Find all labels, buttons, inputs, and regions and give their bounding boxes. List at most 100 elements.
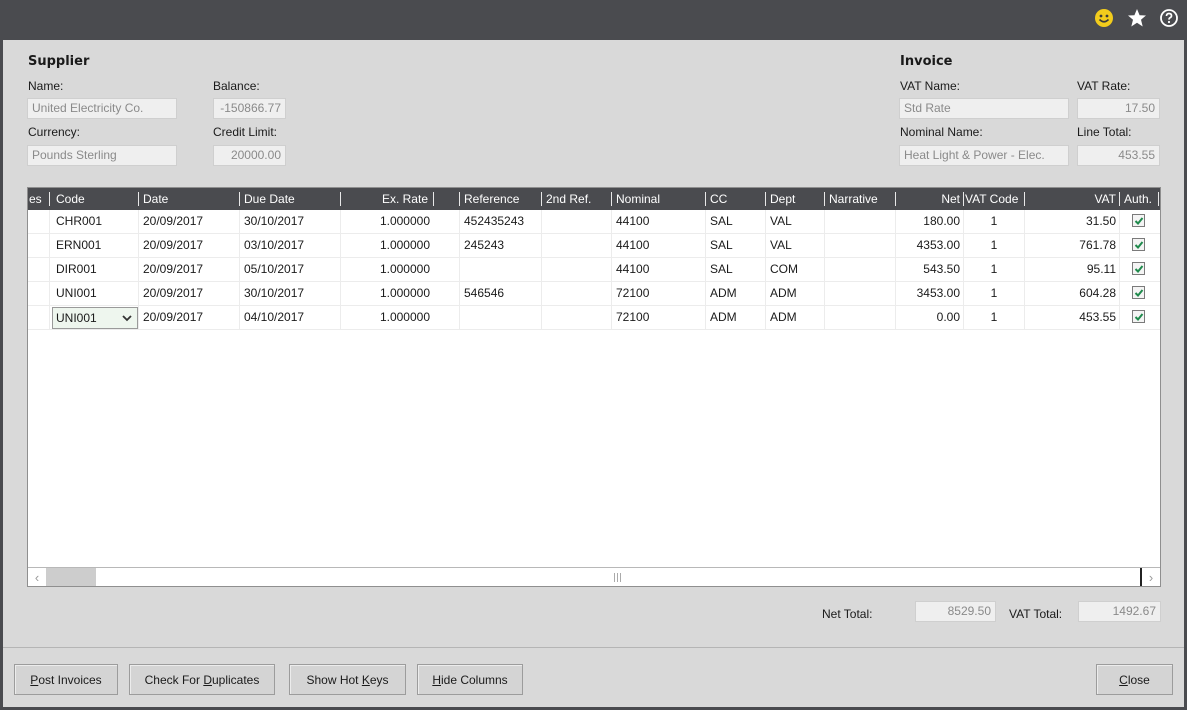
- cell-dept[interactable]: VAL: [770, 234, 792, 258]
- cell-date[interactable]: 20/09/2017: [143, 210, 203, 234]
- check-duplicates-button[interactable]: Check For Duplicates: [129, 664, 275, 695]
- cell-vat[interactable]: 604.28: [1028, 282, 1116, 306]
- column-header-notes[interactable]: es: [29, 188, 42, 210]
- cell-vat-code[interactable]: 1: [964, 258, 1024, 282]
- column-header-cc[interactable]: CC: [710, 188, 727, 210]
- cell-net[interactable]: 543.50: [896, 258, 960, 282]
- cell-nominal[interactable]: 44100: [616, 234, 649, 258]
- table-row-editing[interactable]: UNI001 20/09/2017 04/10/2017 1.000000 72…: [28, 306, 1160, 330]
- cell-cc[interactable]: ADM: [710, 282, 737, 306]
- column-header-reference[interactable]: Reference: [464, 188, 519, 210]
- cell-cc[interactable]: SAL: [710, 258, 733, 282]
- horizontal-scrollbar[interactable]: ‹ ›: [28, 567, 1160, 586]
- column-header-vat[interactable]: VAT: [1028, 188, 1116, 210]
- cell-ex-rate[interactable]: 1.000000: [344, 210, 430, 234]
- column-header-auth[interactable]: Auth.: [1124, 188, 1152, 210]
- cell-date[interactable]: 20/09/2017: [143, 306, 203, 330]
- cell-code[interactable]: ERN001: [56, 234, 101, 258]
- close-button[interactable]: Close: [1096, 664, 1173, 695]
- hide-columns-button[interactable]: Hide Columns: [417, 664, 523, 695]
- cell-vat[interactable]: 761.78: [1028, 234, 1116, 258]
- column-header-vat-code[interactable]: VAT Code: [965, 188, 1018, 210]
- footer-divider: [3, 647, 1184, 648]
- cell-ex-rate[interactable]: 1.000000: [344, 306, 430, 330]
- smiley-feedback-icon[interactable]: [1093, 7, 1115, 29]
- cell-net[interactable]: 4353.00: [896, 234, 960, 258]
- cell-cc[interactable]: SAL: [710, 210, 733, 234]
- cell-cc[interactable]: ADM: [710, 306, 737, 330]
- column-header-narrative[interactable]: Narrative: [829, 188, 878, 210]
- cell-nominal[interactable]: 44100: [616, 258, 649, 282]
- cell-nominal[interactable]: 44100: [616, 210, 649, 234]
- invoice-grid: es Code Date Due Date Ex. Rate Reference…: [27, 187, 1161, 587]
- cell-dept[interactable]: ADM: [770, 282, 797, 306]
- column-header-nominal[interactable]: Nominal: [616, 188, 660, 210]
- cell-reference[interactable]: 245243: [464, 234, 504, 258]
- column-header-net[interactable]: Net: [898, 188, 960, 210]
- code-dropdown[interactable]: UNI001: [52, 307, 138, 329]
- cell-vat[interactable]: 95.11: [1028, 258, 1116, 282]
- hide-columns-label: ide Columns: [440, 672, 508, 687]
- cell-vat-code[interactable]: 1: [964, 210, 1024, 234]
- cell-vat-code[interactable]: 1: [964, 234, 1024, 258]
- column-header-code[interactable]: Code: [56, 188, 85, 210]
- show-hot-keys-button[interactable]: Show Hot Keys: [289, 664, 406, 695]
- batch-invoice-window: Supplier Name: United Electricity Co. Ba…: [3, 40, 1184, 707]
- cell-nominal[interactable]: 72100: [616, 282, 649, 306]
- scrollbar-thumb[interactable]: [46, 568, 96, 586]
- cell-code[interactable]: DIR001: [56, 258, 97, 282]
- auth-checkbox[interactable]: [1132, 262, 1145, 275]
- cell-due-date[interactable]: 30/10/2017: [244, 282, 304, 306]
- auth-checkbox[interactable]: [1132, 238, 1145, 251]
- cell-dept[interactable]: COM: [770, 258, 798, 282]
- help-icon[interactable]: [1158, 7, 1180, 29]
- auth-checkbox[interactable]: [1132, 286, 1145, 299]
- supplier-name-field: United Electricity Co.: [27, 98, 177, 119]
- column-header-dept[interactable]: Dept: [770, 188, 795, 210]
- nominal-name-label: Nominal Name:: [900, 125, 983, 139]
- cell-net[interactable]: 3453.00: [896, 282, 960, 306]
- supplier-section-title: Supplier: [28, 54, 90, 69]
- scroll-right-icon[interactable]: ›: [1140, 568, 1160, 586]
- vat-name-label: VAT Name:: [900, 79, 961, 93]
- cell-vat[interactable]: 31.50: [1028, 210, 1116, 234]
- cell-cc[interactable]: SAL: [710, 234, 733, 258]
- cell-date[interactable]: 20/09/2017: [143, 234, 203, 258]
- cell-net[interactable]: 0.00: [896, 306, 960, 330]
- table-row[interactable]: DIR001 20/09/2017 05/10/2017 1.000000 44…: [28, 258, 1160, 282]
- post-invoices-button[interactable]: Post Invoices: [14, 664, 118, 695]
- auth-checkbox[interactable]: [1132, 214, 1145, 227]
- cell-net[interactable]: 180.00: [896, 210, 960, 234]
- auth-checkbox[interactable]: [1132, 310, 1145, 323]
- cell-reference[interactable]: 546546: [464, 282, 504, 306]
- cell-due-date[interactable]: 03/10/2017: [244, 234, 304, 258]
- column-header-2nd-ref[interactable]: 2nd Ref.: [546, 188, 591, 210]
- table-row[interactable]: CHR001 20/09/2017 30/10/2017 1.000000 45…: [28, 210, 1160, 234]
- cell-code[interactable]: CHR001: [56, 210, 102, 234]
- star-favourite-icon[interactable]: [1126, 7, 1148, 29]
- supplier-name-label: Name:: [28, 79, 64, 93]
- scroll-left-icon[interactable]: ‹: [28, 568, 46, 586]
- cell-ex-rate[interactable]: 1.000000: [344, 282, 430, 306]
- cell-reference[interactable]: 452435243: [464, 210, 524, 234]
- cell-date[interactable]: 20/09/2017: [143, 258, 203, 282]
- cell-due-date[interactable]: 04/10/2017: [244, 306, 304, 330]
- cell-date[interactable]: 20/09/2017: [143, 282, 203, 306]
- cell-vat-code[interactable]: 1: [964, 306, 1024, 330]
- cell-due-date[interactable]: 30/10/2017: [244, 210, 304, 234]
- cell-vat[interactable]: 453.55: [1028, 306, 1116, 330]
- close-label: lose: [1127, 672, 1150, 687]
- cell-dept[interactable]: ADM: [770, 306, 797, 330]
- column-header-ex-rate[interactable]: Ex. Rate: [344, 188, 428, 210]
- cell-due-date[interactable]: 05/10/2017: [244, 258, 304, 282]
- cell-ex-rate[interactable]: 1.000000: [344, 234, 430, 258]
- table-row[interactable]: ERN001 20/09/2017 03/10/2017 1.000000 24…: [28, 234, 1160, 258]
- cell-nominal[interactable]: 72100: [616, 306, 649, 330]
- column-header-date[interactable]: Date: [143, 188, 168, 210]
- cell-code[interactable]: UNI001: [56, 282, 97, 306]
- cell-ex-rate[interactable]: 1.000000: [344, 258, 430, 282]
- column-header-due-date[interactable]: Due Date: [244, 188, 295, 210]
- cell-dept[interactable]: VAL: [770, 210, 792, 234]
- table-row[interactable]: UNI001 20/09/2017 30/10/2017 1.000000 54…: [28, 282, 1160, 306]
- cell-vat-code[interactable]: 1: [964, 282, 1024, 306]
